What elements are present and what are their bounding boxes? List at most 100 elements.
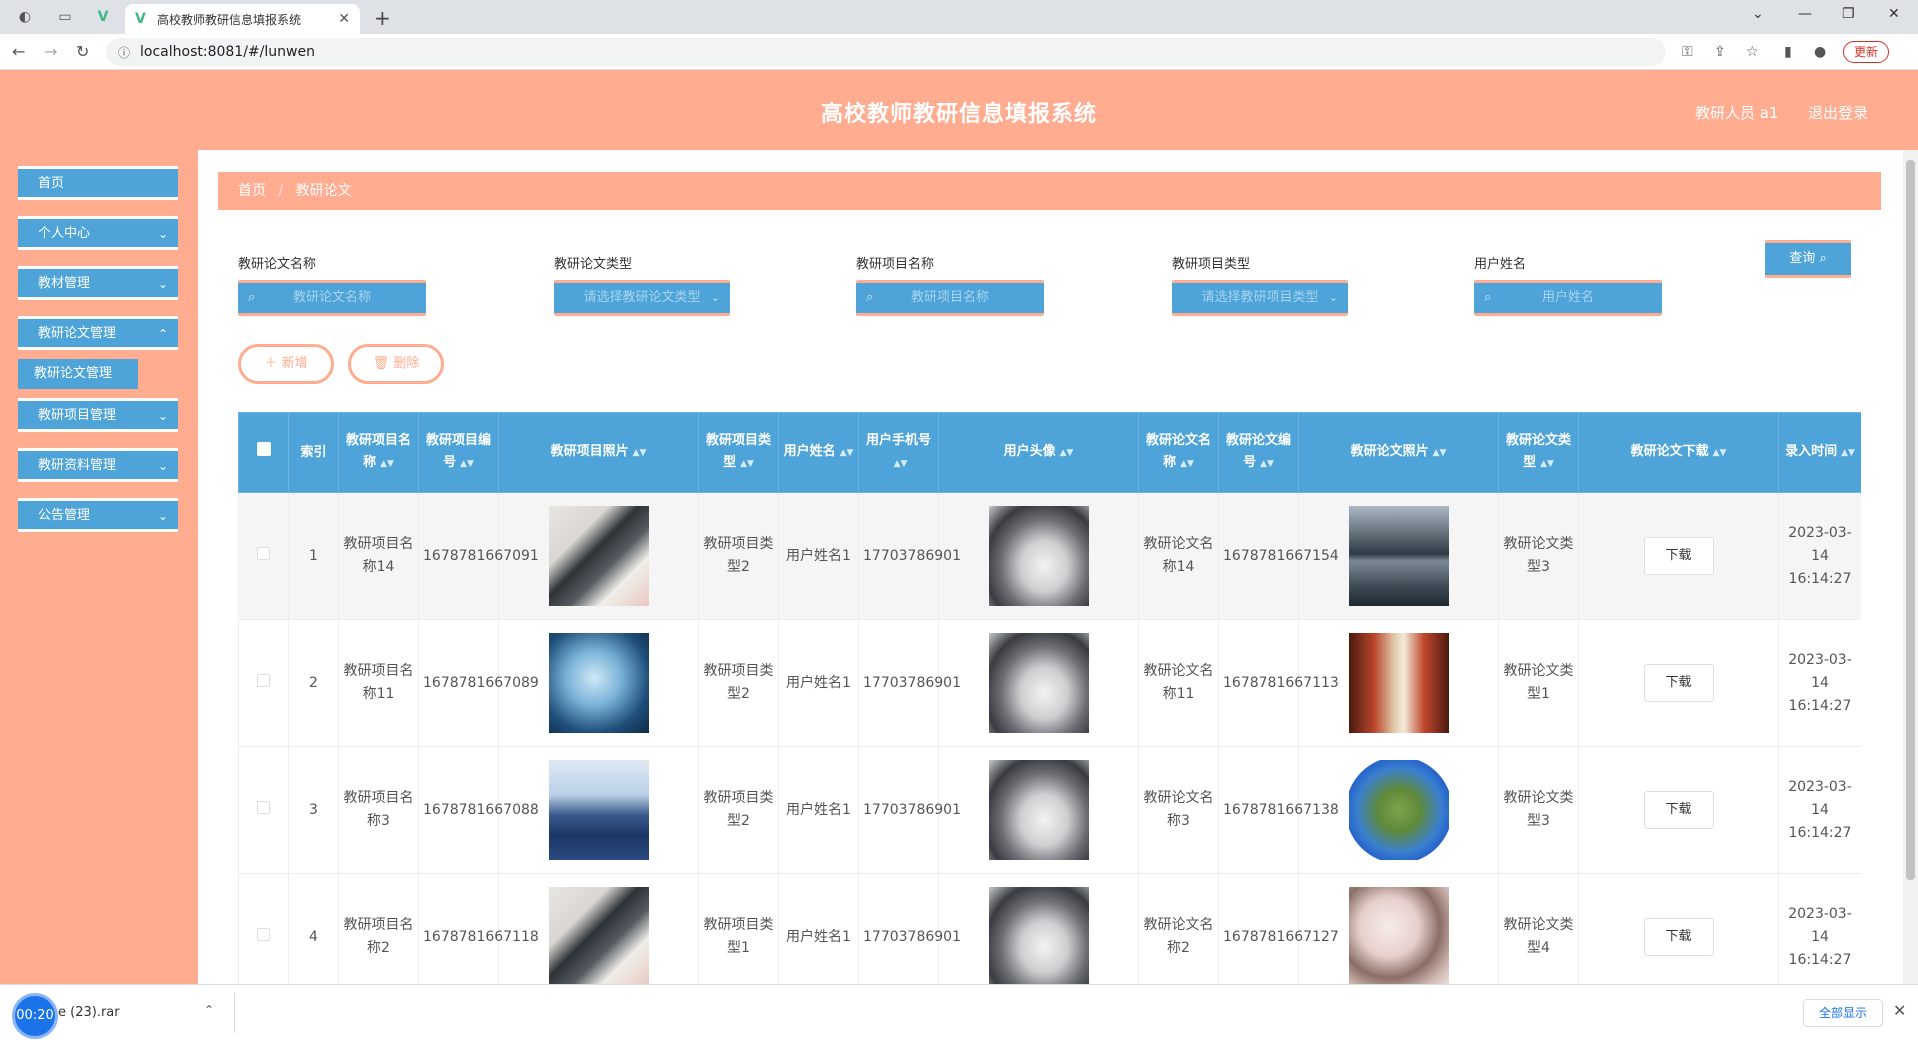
cell-user-name: 用户姓名1 bbox=[778, 746, 859, 874]
col-paper-name[interactable]: 教研论文名称 ▲▼ bbox=[1138, 412, 1219, 493]
row-checkbox[interactable] bbox=[238, 619, 289, 747]
new-tab-icon[interactable]: + bbox=[374, 6, 391, 30]
forward-icon[interactable]: → bbox=[44, 42, 57, 61]
sort-icon[interactable]: ▲▼ bbox=[1713, 448, 1727, 458]
sort-icon[interactable]: ▲▼ bbox=[740, 459, 754, 469]
col-project-name[interactable]: 教研项目名称 ▲▼ bbox=[338, 412, 419, 493]
sidebar-item-personal-center[interactable]: 个人中心 ⌄ bbox=[18, 216, 178, 250]
query-button[interactable]: 查询 ⌕ bbox=[1765, 240, 1851, 278]
row-checkbox[interactable] bbox=[238, 873, 289, 984]
back-icon[interactable]: ← bbox=[12, 42, 25, 61]
col-paper-download[interactable]: 教研论文下载 ▲▼ bbox=[1578, 412, 1779, 493]
download-button[interactable]: 下载 bbox=[1643, 664, 1714, 702]
download-progress-icon[interactable]: 00:20 bbox=[12, 993, 58, 1039]
cell-paper-type: 教研论文类型4 bbox=[1498, 873, 1579, 984]
minimize-icon[interactable]: — bbox=[1798, 6, 1812, 22]
paper-photo-image[interactable] bbox=[1348, 633, 1449, 733]
reload-icon[interactable]: ↻ bbox=[76, 42, 89, 61]
sort-icon[interactable]: ▲▼ bbox=[380, 459, 394, 469]
header-label: 录入时间 bbox=[1785, 444, 1838, 459]
sidebar-item-papers[interactable]: 教研论文管理 ⌃ bbox=[18, 316, 178, 350]
vue-logo-icon[interactable]: V bbox=[94, 8, 112, 26]
close-tab-icon[interactable]: ✕ bbox=[338, 11, 350, 27]
tab-search-icon[interactable]: ⌄ bbox=[1752, 6, 1764, 22]
sidepanel-icon[interactable]: ▮ bbox=[1784, 44, 1792, 60]
project-type-select[interactable]: 请选择教研项目类型 ⌄ bbox=[1172, 280, 1348, 316]
sidebar-item-announcements[interactable]: 公告管理 ⌄ bbox=[18, 498, 178, 532]
site-info-icon[interactable]: ⓘ bbox=[118, 44, 130, 61]
page-scrollbar[interactable] bbox=[1903, 150, 1918, 984]
close-icon[interactable]: ✕ bbox=[1893, 1001, 1906, 1020]
browser-update-button[interactable]: 更新 bbox=[1843, 41, 1890, 63]
globe-icon[interactable]: ◐ bbox=[16, 8, 34, 26]
col-entry-time[interactable]: 录入时间 ▲▼ bbox=[1778, 412, 1861, 493]
sidebar-subitem-paper-management[interactable]: 教研论文管理 bbox=[18, 359, 138, 389]
share-icon[interactable]: ⇪ bbox=[1714, 44, 1726, 60]
col-project-photo[interactable]: 教研项目照片 ▲▼ bbox=[498, 412, 699, 493]
browser-tab[interactable]: V 高校教师教研信息填报系统 ✕ bbox=[125, 4, 360, 34]
sidebar-item-textbooks[interactable]: 教材管理 ⌄ bbox=[18, 266, 178, 300]
sort-icon[interactable]: ▲▼ bbox=[1433, 448, 1447, 458]
sort-icon[interactable]: ▲▼ bbox=[1841, 448, 1855, 458]
cell-avatar bbox=[938, 873, 1139, 984]
col-phone[interactable]: 用户手机号 ▲▼ bbox=[858, 412, 939, 493]
paper-photo-image[interactable] bbox=[1348, 506, 1449, 606]
chevron-up-icon[interactable]: ⌃ bbox=[204, 1003, 214, 1017]
project-photo-image[interactable] bbox=[548, 887, 649, 984]
header-label: 用户头像 bbox=[1003, 444, 1056, 459]
sidebar-item-materials[interactable]: 教研资料管理 ⌄ bbox=[18, 448, 178, 482]
project-photo-image[interactable] bbox=[548, 633, 649, 733]
sidebar-item-projects[interactable]: 教研项目管理 ⌄ bbox=[18, 398, 178, 432]
profile-icon[interactable]: ● bbox=[1814, 44, 1826, 60]
add-button[interactable]: ＋ 新增 bbox=[238, 344, 334, 384]
paper-name-input[interactable]: ⌕ 教研论文名称 bbox=[238, 280, 426, 316]
project-photo-image[interactable] bbox=[548, 506, 649, 606]
project-photo-image[interactable] bbox=[548, 760, 649, 860]
sort-icon[interactable]: ▲▼ bbox=[894, 459, 908, 469]
sort-icon[interactable]: ▲▼ bbox=[1540, 459, 1554, 469]
download-button[interactable]: 下载 bbox=[1643, 918, 1714, 956]
download-button[interactable]: 下载 bbox=[1643, 537, 1714, 575]
download-filename[interactable]: e (23).rar bbox=[58, 1005, 120, 1020]
cell-project-no: 1678781667118 bbox=[418, 873, 539, 984]
user-avatar-image[interactable] bbox=[988, 887, 1089, 984]
user-avatar-image[interactable] bbox=[988, 760, 1089, 860]
col-paper-photo[interactable]: 教研论文照片 ▲▼ bbox=[1298, 412, 1499, 493]
row-checkbox[interactable] bbox=[238, 492, 289, 620]
breadcrumb-home[interactable]: 首页 bbox=[238, 183, 266, 199]
show-all-button[interactable]: 全部显示 bbox=[1803, 999, 1883, 1027]
col-paper-no[interactable]: 教研论文编号 ▲▼ bbox=[1218, 412, 1299, 493]
content-panel: 首页 / 教研论文 教研论文名称 ⌕ 教研论文名称 教研论文类型 请选择教研论文… bbox=[198, 150, 1903, 984]
download-button[interactable]: 下载 bbox=[1643, 791, 1714, 829]
sort-icon[interactable]: ▲▼ bbox=[633, 448, 647, 458]
user-name-input[interactable]: ⌕ 用户姓名 bbox=[1474, 280, 1662, 316]
sort-icon[interactable]: ▲▼ bbox=[1060, 448, 1074, 458]
col-avatar[interactable]: 用户头像 ▲▼ bbox=[938, 412, 1139, 493]
user-avatar-image[interactable] bbox=[988, 633, 1089, 733]
bookmark-star-icon[interactable]: ☆ bbox=[1746, 44, 1759, 60]
key-icon[interactable]: ⚿ bbox=[1682, 44, 1693, 60]
col-paper-type[interactable]: 教研论文类型 ▲▼ bbox=[1498, 412, 1579, 493]
paper-type-select[interactable]: 请选择教研论文类型 ⌄ bbox=[554, 280, 730, 316]
close-window-icon[interactable]: ✕ bbox=[1888, 6, 1900, 22]
sort-icon[interactable]: ▲▼ bbox=[460, 459, 474, 469]
tab-icon[interactable]: ▭ bbox=[56, 8, 74, 26]
paper-photo-image[interactable] bbox=[1348, 887, 1449, 984]
sort-icon[interactable]: ▲▼ bbox=[1260, 459, 1274, 469]
sort-icon[interactable]: ▲▼ bbox=[1180, 459, 1194, 469]
sort-icon[interactable]: ▲▼ bbox=[840, 448, 854, 458]
restore-icon[interactable]: ❐ bbox=[1842, 6, 1855, 22]
logout-link[interactable]: 退出登录 bbox=[1808, 102, 1868, 123]
select-all-checkbox[interactable] bbox=[238, 412, 289, 493]
col-project-type[interactable]: 教研项目类型 ▲▼ bbox=[698, 412, 779, 493]
user-avatar-image[interactable] bbox=[988, 506, 1089, 606]
delete-button[interactable]: 🗑 删除 bbox=[348, 344, 444, 384]
col-project-no[interactable]: 教研项目编号 ▲▼ bbox=[418, 412, 499, 493]
paper-photo-image[interactable] bbox=[1348, 760, 1449, 860]
address-bar[interactable]: ⓘ localhost:8081/#/lunwen bbox=[106, 38, 1666, 66]
scrollbar-thumb[interactable] bbox=[1906, 160, 1915, 880]
sidebar-item-home[interactable]: 首页 bbox=[18, 166, 178, 200]
col-user-name[interactable]: 用户姓名 ▲▼ bbox=[778, 412, 859, 493]
project-name-input[interactable]: ⌕ 教研项目名称 bbox=[856, 280, 1044, 316]
row-checkbox[interactable] bbox=[238, 746, 289, 874]
